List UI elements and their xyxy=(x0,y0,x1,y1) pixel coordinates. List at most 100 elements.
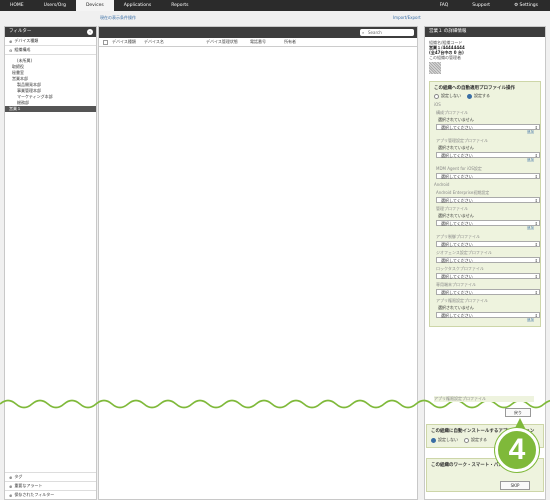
nav-devices[interactable]: Devices xyxy=(75,0,114,11)
detail-header: 営業１ の詳細情報 xyxy=(425,27,545,37)
radio-on[interactable]: 設定する xyxy=(464,437,487,443)
profile-label: アプリ権限設定プロファイル xyxy=(434,396,534,402)
nav-reports[interactable]: Reports xyxy=(161,0,198,11)
profile-select[interactable]: 選択してください ⇕ xyxy=(436,197,540,203)
add-link[interactable]: 追加 xyxy=(434,226,534,231)
radio-on[interactable]: 設定する xyxy=(467,93,490,99)
add-link[interactable]: 追加 xyxy=(434,158,534,163)
profile-label: Android Enterprise初期設定 xyxy=(436,190,490,195)
top-nav: HOME Users/Org Devices Applications Repo… xyxy=(0,0,550,11)
col-owner[interactable]: 所有者 xyxy=(284,39,314,45)
profile-select[interactable]: 選択してください ⇕ xyxy=(436,273,540,279)
nav-settings[interactable]: ⚙ Settings xyxy=(502,0,550,11)
profile-value: 選択されていません xyxy=(438,117,474,122)
chevron-down-icon: ⇕ xyxy=(534,242,538,247)
search-placeholder: Search xyxy=(368,30,382,35)
collapse-icon[interactable]: ‹ xyxy=(87,29,93,35)
skip-button[interactable]: SKIP xyxy=(500,481,530,490)
filter-tags-label: タグ xyxy=(14,474,23,479)
import-export-link[interactable]: Import/Export xyxy=(393,15,421,20)
chevron-down-icon: ⇕ xyxy=(534,125,538,130)
col-device-type[interactable]: デバイス種類 xyxy=(112,39,144,45)
profile-select[interactable]: 選択してください ⇕ xyxy=(436,289,540,295)
chevron-down-icon: ⇕ xyxy=(534,153,538,158)
filter-org[interactable]: ⊖ 組織構成 xyxy=(5,46,96,55)
chevron-down-icon: ⇕ xyxy=(534,258,538,263)
filter-ops-link[interactable]: 現在の表示条件操作 xyxy=(100,15,136,21)
back-button[interactable]: 戻り xyxy=(505,408,531,417)
filter-saved[interactable]: ⊕ 保存されたフィルター xyxy=(5,490,96,499)
step-badge: 4 xyxy=(495,428,539,472)
org-admin-label: この組織の管理者 xyxy=(429,55,461,60)
profile-select[interactable]: 選択してください ⇕ xyxy=(436,220,540,226)
plus-icon: ⊕ xyxy=(9,483,13,489)
sidebar-title: フィルター xyxy=(9,29,32,34)
filter-alerts-label: 重要なアラート xyxy=(14,483,43,488)
profile-select[interactable]: 選択してください ⇕ xyxy=(436,152,540,158)
nav-home[interactable]: HOME xyxy=(0,0,34,11)
profile-value: 選択されていません xyxy=(438,305,474,310)
profile-select[interactable]: 選択してください ⇕ xyxy=(436,312,540,318)
chevron-down-icon: ⇕ xyxy=(534,174,538,179)
device-table: ⌕ Search デバイス種類 デバイス名 デバイス管理状態 電話番号 所有者 xyxy=(98,26,418,500)
col-status[interactable]: デバイス管理状態 xyxy=(206,39,250,45)
profile-value: 選択されていません xyxy=(438,213,474,218)
profile-label: ロックタスクプロファイル xyxy=(436,266,484,271)
sidebar-bottom: ⊕ タグ ⊕ 重要なアラート ⊕ 保存されたフィルター xyxy=(5,472,96,499)
profile-value: 選択されていません xyxy=(438,145,474,150)
profile-label: 専用端末プロファイル xyxy=(436,282,476,287)
nav-users-org[interactable]: Users/Org xyxy=(34,0,76,11)
plus-icon: ⊕ xyxy=(9,492,13,498)
add-link[interactable]: 追加 xyxy=(434,130,534,135)
add-link[interactable]: 追加 xyxy=(434,318,534,323)
chevron-down-icon: ⇕ xyxy=(534,290,538,295)
filter-saved-label: 保存されたフィルター xyxy=(14,492,55,497)
auto-profile-box: この組織への自動適用プロファイル操作 設定しない 設定する iOS 構成プロファ… xyxy=(429,81,541,327)
profile-label: アプリ管理設定プロファイル xyxy=(436,138,488,143)
profile-label: アプリ制御プロファイル xyxy=(436,234,480,239)
profile-label: 管理プロファイル xyxy=(436,206,468,211)
nav-support[interactable]: Support xyxy=(460,0,502,11)
nav-faq[interactable]: FAQ xyxy=(428,0,461,11)
profile-select[interactable]: 選択してください ⇕ xyxy=(436,124,540,130)
chevron-down-icon: ⇕ xyxy=(534,221,538,226)
nav-applications[interactable]: Applications xyxy=(114,0,162,11)
profile-select[interactable]: 選択してください ⇕ xyxy=(436,173,540,179)
minus-icon: ⊖ xyxy=(9,47,13,53)
org-info: 組織名/組織コード 営業１/44444444 (全47台中の 0 台) この組織… xyxy=(425,37,545,79)
chevron-down-icon: ⇕ xyxy=(534,313,538,318)
col-device-name[interactable]: デバイス名 xyxy=(144,39,206,45)
auto-profile-radio: 設定しない 設定する xyxy=(434,93,536,99)
col-phone[interactable]: 電話番号 xyxy=(250,39,284,45)
radio-off[interactable]: 設定しない xyxy=(434,93,461,99)
table-header: デバイス種類 デバイス名 デバイス管理状態 電話番号 所有者 xyxy=(99,38,417,47)
profile-label: 構成プロファイル xyxy=(436,110,468,115)
android-label: Android xyxy=(434,182,450,187)
filter-tags[interactable]: ⊕ タグ xyxy=(5,472,96,481)
chevron-down-icon: ⇕ xyxy=(534,274,538,279)
plus-icon: ⊕ xyxy=(9,474,13,480)
search-icon: ⌕ xyxy=(362,30,365,35)
filter-alerts[interactable]: ⊕ 重要なアラート xyxy=(5,481,96,490)
filter-sidebar: フィルター ‹ ⊕ デバイス種類 ⊖ 組織構成 (未所属) 取締役 秘書室 営業本部… xyxy=(4,26,97,500)
chevron-down-icon: ⇕ xyxy=(534,198,538,203)
tree-node-selected[interactable]: 営業１ xyxy=(5,106,96,112)
table-toolbar: ⌕ Search xyxy=(99,27,417,38)
search-input[interactable]: ⌕ Search xyxy=(360,29,414,36)
select-all-checkbox[interactable] xyxy=(103,39,108,45)
admin-avatar xyxy=(429,62,441,74)
profile-label: MDM Agent for iOS設定 xyxy=(436,166,482,171)
profile-label: ジオフェンス設定プロファイル xyxy=(436,250,492,255)
filter-device-type[interactable]: ⊕ デバイス種類 xyxy=(5,37,96,46)
filter-device-type-label: デバイス種類 xyxy=(14,38,39,43)
profile-label: アプリ権限設定プロファイル xyxy=(436,298,488,303)
radio-off[interactable]: 設定しない xyxy=(431,437,458,443)
profile-select[interactable]: 選択してください ⇕ xyxy=(436,241,540,247)
profile-select[interactable]: 選択してください ⇕ xyxy=(436,257,540,263)
sidebar-header: フィルター ‹ xyxy=(5,27,96,37)
ios-label: iOS xyxy=(434,102,441,107)
plus-icon: ⊕ xyxy=(9,38,13,44)
filter-org-label: 組織構成 xyxy=(14,47,31,52)
org-tree: (未所属) 取締役 秘書室 営業本部 製品開発本部 事業管理本部 マーケティング… xyxy=(5,55,96,115)
auto-profile-title: この組織への自動適用プロファイル操作 xyxy=(434,86,515,91)
